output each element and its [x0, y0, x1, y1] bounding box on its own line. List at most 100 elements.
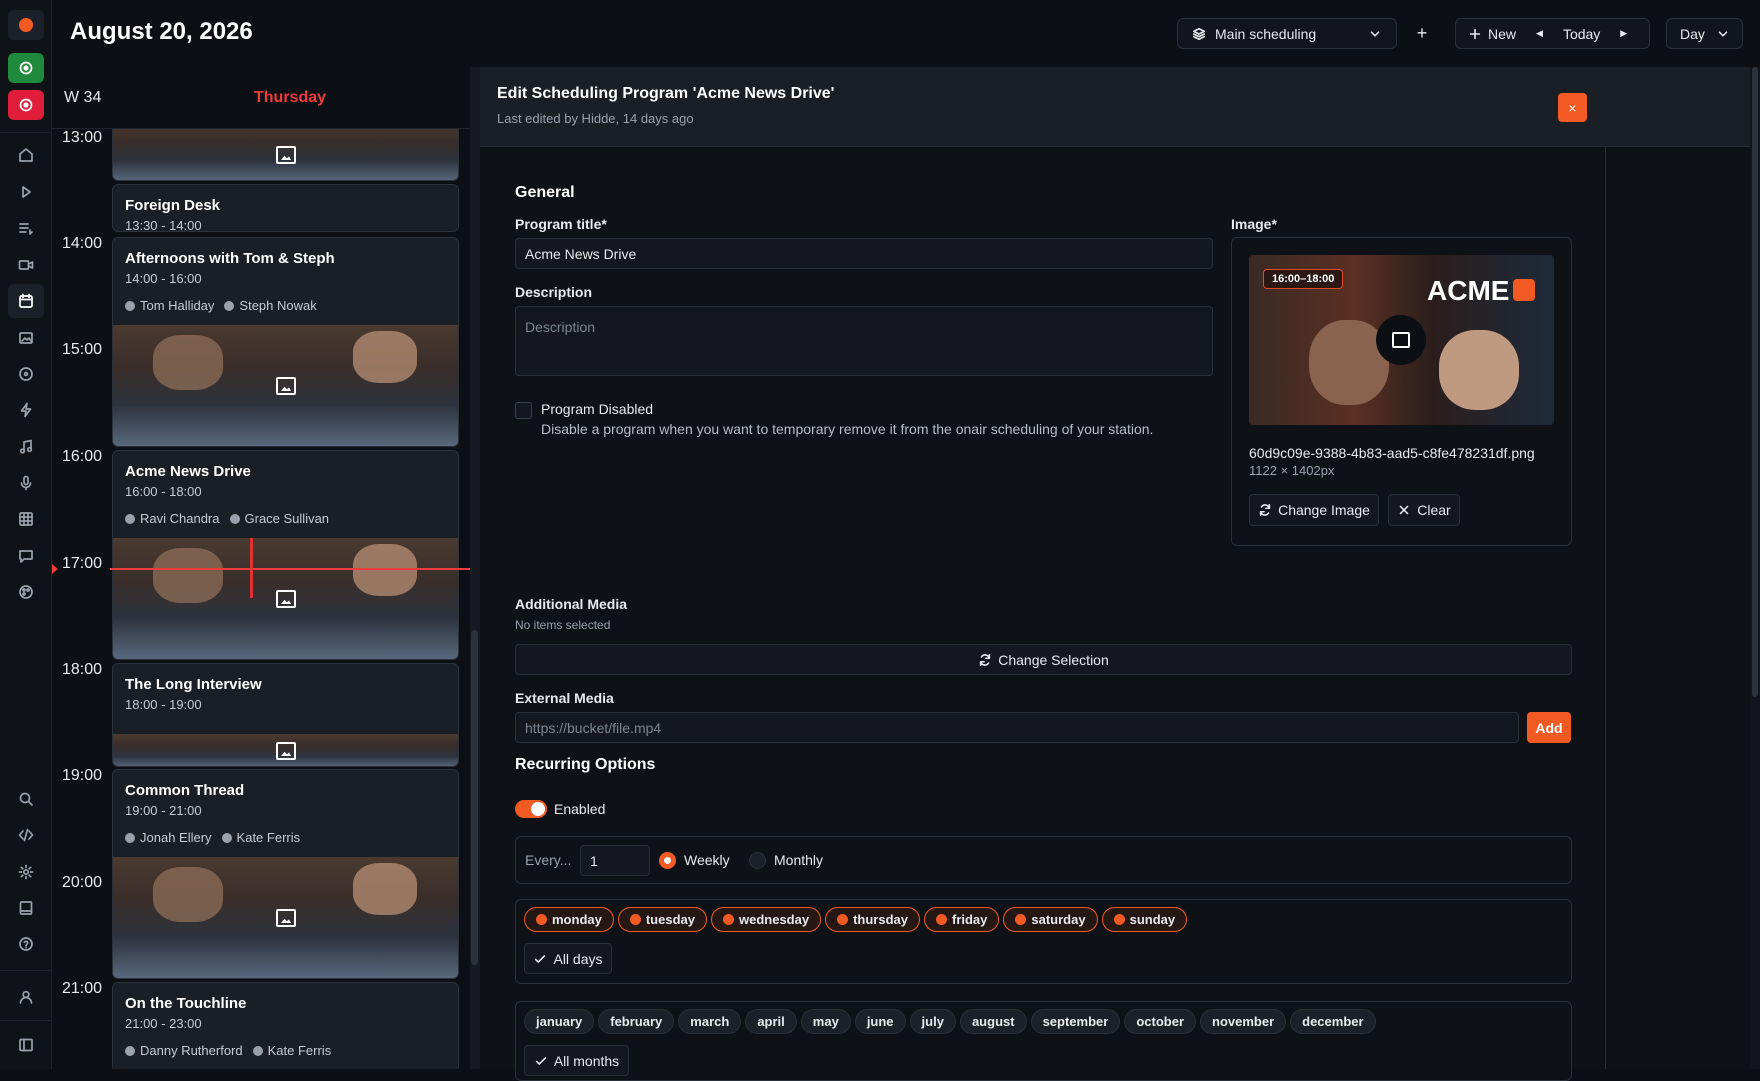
program-title-input[interactable]: Acme News Drive	[515, 238, 1213, 269]
day-chip-wednesday[interactable]: wednesday	[710, 907, 822, 932]
microphone-icon[interactable]	[14, 471, 38, 495]
clear-image-button[interactable]: Clear	[1388, 494, 1460, 526]
new-button[interactable]: New	[1456, 26, 1528, 42]
code-icon[interactable]	[14, 823, 38, 847]
month-chip[interactable]: august	[959, 1009, 1027, 1034]
prev-day-button[interactable]: ◀	[1528, 28, 1551, 39]
home-icon[interactable]	[14, 143, 38, 167]
day-chips: monday tuesday wednesday thursday friday…	[524, 907, 1564, 940]
schedule-select[interactable]: Main scheduling	[1177, 18, 1397, 49]
recurring-toggle[interactable]	[515, 800, 547, 818]
event-image	[113, 857, 458, 978]
hour-label: 13:00	[62, 129, 103, 146]
month-chip[interactable]: december	[1290, 1009, 1376, 1034]
description-textarea[interactable]: Description	[515, 306, 1213, 376]
month-chip[interactable]: june	[854, 1009, 906, 1034]
all-days-button[interactable]: All days	[524, 943, 612, 974]
now-marker	[52, 564, 58, 574]
event-card[interactable]: The Long Interview 18:00 - 19:00	[112, 663, 459, 767]
weekly-radio[interactable]	[659, 852, 676, 869]
image-dimensions: 1122 × 1402px	[1249, 463, 1335, 478]
month-chip[interactable]: february	[598, 1009, 675, 1034]
grid-icon[interactable]	[14, 507, 38, 531]
close-icon: ×	[1568, 99, 1577, 116]
day-chip-saturday[interactable]: saturday	[1003, 907, 1098, 932]
day-chip-label: wednesday	[738, 912, 810, 927]
record-button[interactable]	[8, 10, 44, 40]
live-button[interactable]	[8, 90, 44, 120]
search-icon[interactable]	[14, 787, 38, 811]
top-bar: August 20, 2026 Main scheduling + New ◀ …	[52, 0, 1760, 67]
check-circle-icon	[1113, 914, 1125, 925]
toggle-knob	[531, 802, 545, 816]
add-external-media-button[interactable]: Add	[1527, 712, 1571, 743]
host-name: Danny Rutherford	[140, 1043, 243, 1058]
panel-scrollbar[interactable]	[1750, 67, 1760, 1069]
view-select[interactable]: Day	[1666, 18, 1743, 49]
change-image-button[interactable]: Change Image	[1249, 494, 1379, 526]
month-chip[interactable]: september	[1030, 1009, 1121, 1034]
monthly-radio[interactable]	[749, 852, 766, 869]
event-card[interactable]: On the Touchline 21:00 - 23:00 Danny Rut…	[112, 982, 459, 1069]
month-chip[interactable]: march	[678, 1009, 742, 1034]
disc-icon[interactable]	[14, 362, 38, 386]
panel-scroll-thumb[interactable]	[1752, 67, 1758, 697]
event-time: 19:00 - 21:00	[125, 803, 202, 818]
onair-button[interactable]	[8, 53, 44, 83]
day-chip-thursday[interactable]: thursday	[825, 907, 920, 932]
add-schedule-button[interactable]: +	[1407, 18, 1437, 49]
x-icon	[1399, 505, 1409, 515]
help-icon[interactable]	[14, 932, 38, 956]
change-selection-button[interactable]: Change Selection	[515, 644, 1572, 675]
music-icon[interactable]	[14, 435, 38, 459]
day-calendar: W 34 Thursday 13:00 14:00 15:00 16:00 17…	[52, 67, 470, 1069]
user-icon[interactable]	[14, 985, 38, 1009]
day-chip-sunday[interactable]: sunday	[1101, 907, 1188, 932]
program-disabled-checkbox[interactable]	[515, 402, 532, 419]
image-filename: 60d9c09e-9388-4b83-aad5-c8fe478231df.png	[1249, 445, 1535, 461]
event-image-figure	[353, 331, 417, 383]
chat-icon[interactable]	[14, 544, 38, 568]
play-icon[interactable]	[14, 180, 38, 204]
external-media-input[interactable]: https://bucket/file.mp4	[515, 712, 1519, 743]
check-circle-icon	[1015, 914, 1027, 925]
month-chip[interactable]: may	[800, 1009, 851, 1034]
image-preview[interactable]: 16:00–18:00 ACME	[1249, 255, 1554, 425]
day-chip-friday[interactable]: friday	[923, 907, 1000, 932]
event-card[interactable]: Afternoons with Tom & Steph 14:00 - 16:0…	[112, 237, 459, 447]
change-image-overlay[interactable]	[1376, 315, 1426, 365]
event-card[interactable]: Acme News Drive 16:00 - 18:00 Ravi Chand…	[112, 450, 459, 660]
book-icon[interactable]	[14, 896, 38, 920]
month-chip[interactable]: july	[909, 1009, 956, 1034]
month-chip[interactable]: november	[1200, 1009, 1287, 1034]
every-input[interactable]: 1	[580, 845, 650, 876]
gear-icon[interactable]	[14, 860, 38, 884]
sidebar-toggle-icon[interactable]	[14, 1033, 38, 1057]
calendar-scroll-thumb[interactable]	[471, 630, 478, 965]
today-button[interactable]: Today	[1551, 26, 1612, 42]
recurring-enabled-label: Enabled	[554, 801, 606, 817]
calendar-icon[interactable]	[14, 289, 38, 313]
event-card[interactable]: Foreign Desk 13:30 - 14:00	[112, 184, 459, 232]
playlist-icon[interactable]	[14, 216, 38, 240]
host: Danny Rutherford	[125, 1043, 243, 1058]
day-chip-monday[interactable]: monday	[524, 907, 614, 932]
all-months-button[interactable]: All months	[524, 1045, 629, 1076]
palette-icon[interactable]	[14, 580, 38, 604]
month-chip[interactable]: april	[745, 1009, 797, 1034]
hour-label: 19:00	[62, 767, 103, 784]
next-day-button[interactable]: ▶	[1612, 28, 1635, 39]
close-button[interactable]: ×	[1558, 93, 1587, 122]
event-card[interactable]: Common Thread 19:00 - 21:00 Jonah Ellery…	[112, 769, 459, 979]
check-icon	[535, 1056, 546, 1065]
day-chip-label: friday	[951, 912, 988, 927]
now-line	[110, 568, 470, 570]
image-brand-text: ACME	[1427, 275, 1510, 306]
month-chip[interactable]: october	[1124, 1009, 1196, 1034]
month-chip[interactable]: january	[524, 1009, 595, 1034]
day-chip-tuesday[interactable]: tuesday	[617, 907, 707, 932]
host-name: Jonah Ellery	[140, 830, 212, 845]
media-folder-icon[interactable]	[14, 326, 38, 350]
bolt-icon[interactable]	[14, 398, 38, 422]
video-icon[interactable]	[14, 253, 38, 277]
